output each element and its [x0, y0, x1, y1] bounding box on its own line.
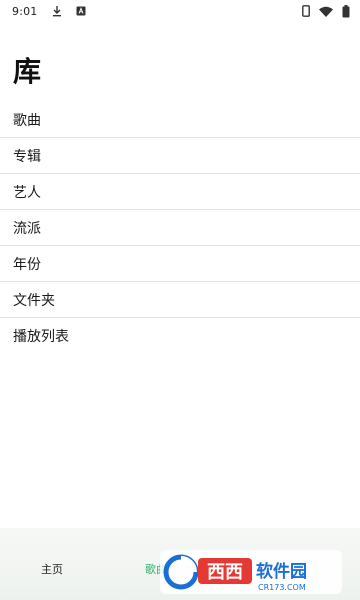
- library-item-playlists[interactable]: 播放列表: [0, 318, 360, 354]
- library-item-years[interactable]: 年份: [0, 246, 360, 282]
- watermark-logo: 西西 软件园 CR173.COM: [160, 550, 342, 594]
- status-bar: 9:01: [0, 0, 360, 22]
- wifi-icon: [319, 6, 333, 17]
- svg-text:软件园: 软件园: [256, 561, 307, 582]
- library-item-folders[interactable]: 文件夹: [0, 282, 360, 318]
- page-title: 库: [13, 55, 42, 88]
- screen: 9:01 库 歌曲 专辑 艺人 流派 年份 文件夹 播放列表 主页 歌曲 西西 …: [0, 0, 360, 600]
- library-item-artists[interactable]: 艺人: [0, 174, 360, 210]
- library-item-songs[interactable]: 歌曲: [0, 102, 360, 138]
- library-item-genres[interactable]: 流派: [0, 210, 360, 246]
- status-right: [302, 4, 350, 18]
- nav-item-home[interactable]: 主页: [0, 551, 104, 577]
- accessibility-icon: [76, 6, 86, 16]
- library-item-albums[interactable]: 专辑: [0, 138, 360, 174]
- status-left: 9:01: [12, 5, 86, 18]
- library-list: 歌曲 专辑 艺人 流派 年份 文件夹 播放列表: [0, 102, 360, 354]
- status-time: 9:01: [12, 4, 38, 18]
- battery-icon: [342, 4, 350, 18]
- watermark-subtext: CR173.COM: [258, 583, 306, 592]
- download-icon: [52, 5, 62, 17]
- svg-text:西西: 西西: [207, 562, 243, 583]
- phone-icon: [302, 5, 310, 17]
